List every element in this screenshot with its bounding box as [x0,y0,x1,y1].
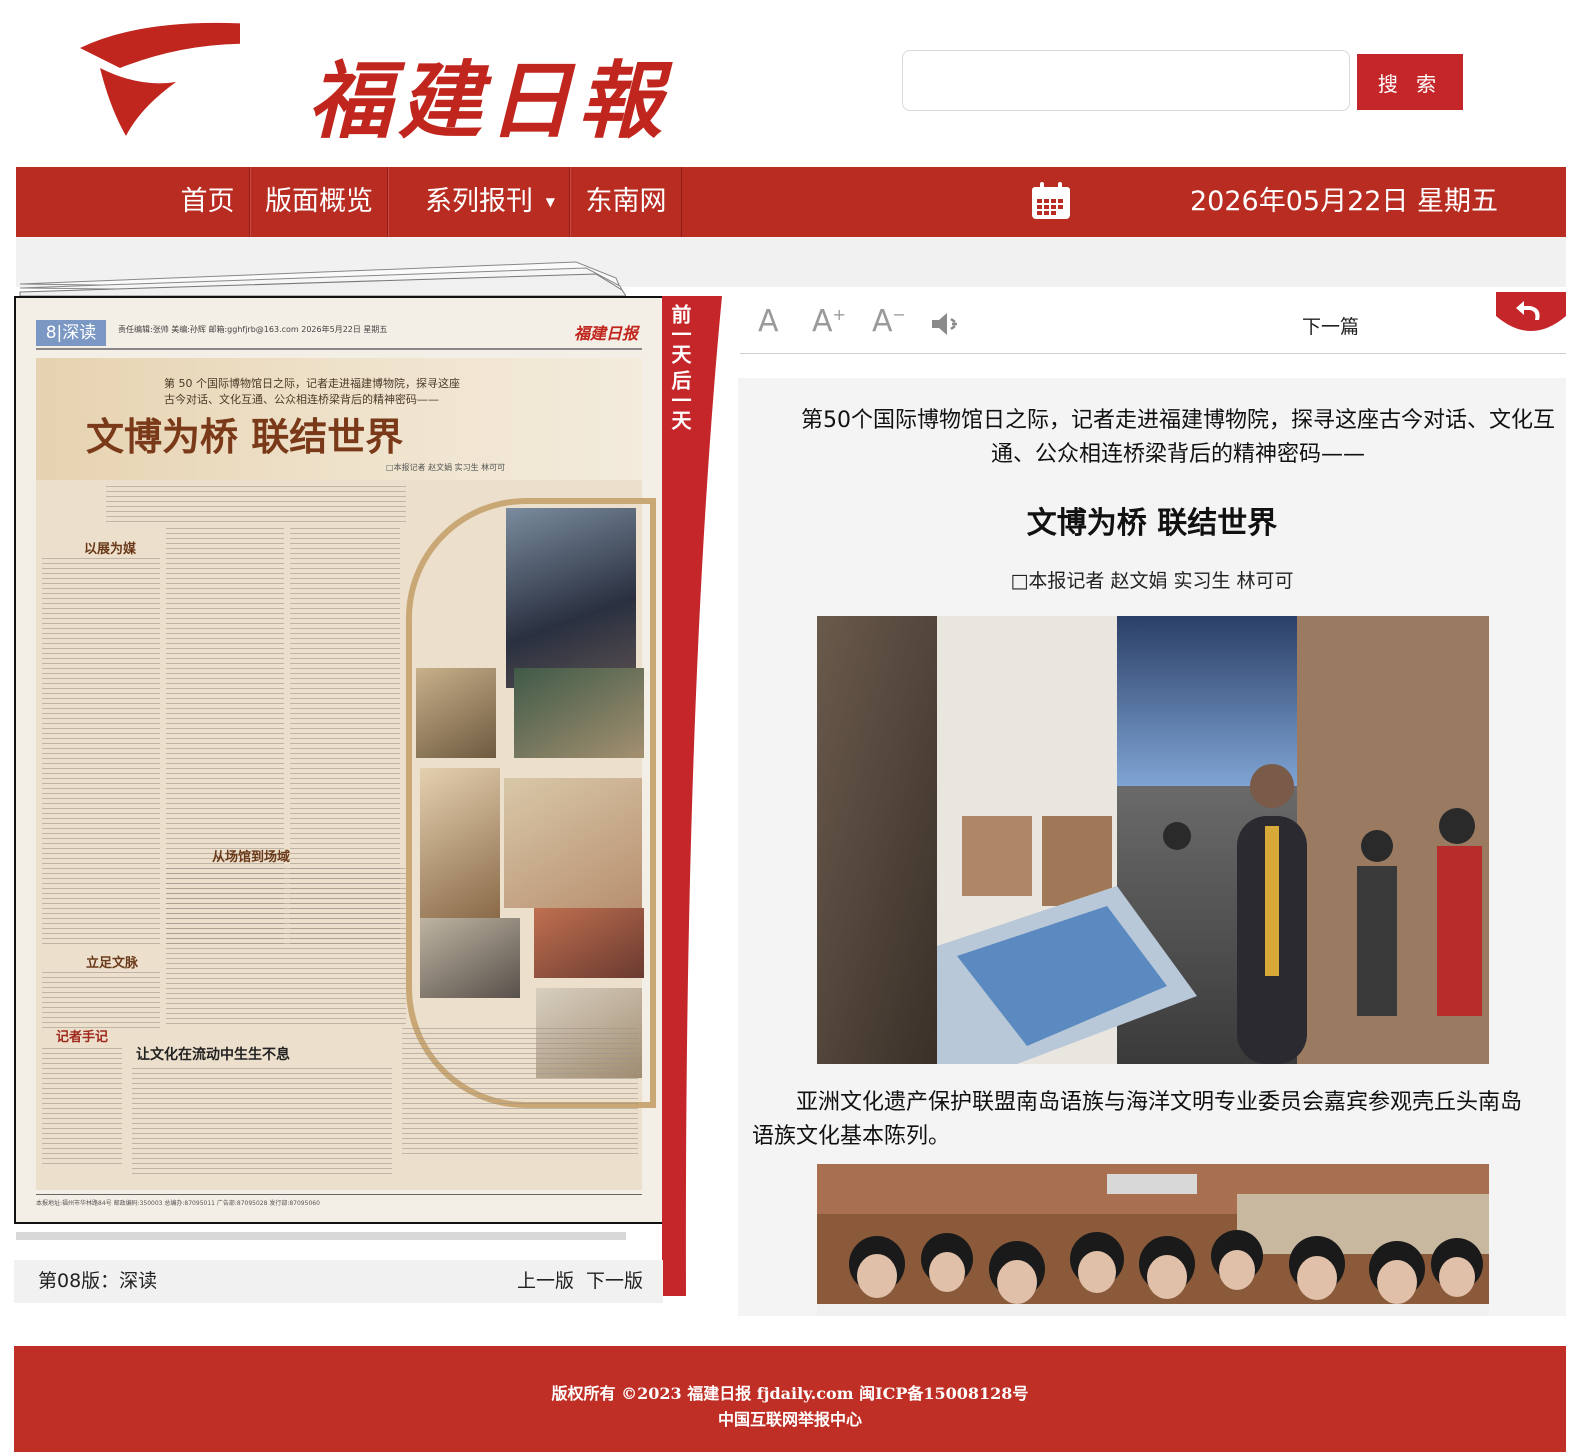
page-label: 第08版：深读 [38,1270,158,1292]
search-button[interactable]: 搜 索 [1357,54,1463,110]
logo-text: 福建日報 [308,51,669,150]
nav-dongnan-net[interactable]: 东南网 [570,167,682,237]
page-number-badge: 8|深读 [36,320,106,346]
page-photo-6 [420,918,520,998]
page-subhead-3: 立足文脉 [86,956,139,971]
article-photo-caption: 亚洲文化遗产保护联盟南岛语族与海洋文明专业委员会嘉宾参观壳丘头南岛语族文化基本陈… [752,1090,1523,1149]
article-headline: 文博为桥 联结世界 [1026,506,1278,541]
article-toolbar: A A+ A− 下一篇 [740,296,1566,354]
font-decrease-label: A [872,304,893,339]
newspaper-page[interactable]: 8|深读 责任编辑:张帅 美编:孙辉 邮箱:gghfjrb@163.com 20… [14,296,664,1224]
plus-icon: + [832,305,846,324]
page-photo-1 [506,508,636,688]
page-essay-text [132,1068,392,1178]
students-photo [817,1164,1489,1316]
page-notes-title: 记者手记 [56,1030,109,1045]
page-footer: 本报地址:福州市华林路84号 邮政编码:350003 总编办:87095011 … [36,1194,642,1208]
minus-icon: − [892,305,906,324]
page-photo-5 [504,778,642,908]
day-ribbon [662,296,722,1296]
nav-page-overview-label: 版面概览 [265,186,373,217]
article-photo-2 [817,1164,1489,1316]
nav-dongnan-label: 东南网 [585,186,667,217]
nav-page-overview[interactable]: 版面概览 [250,167,388,237]
next-day-link[interactable]: 后一天 [668,370,692,430]
nav-home[interactable]: 首页 [166,167,250,237]
page-kicker: 第 50 个国际博物馆日之际，记者走进福建博物院，探寻这座 古今对话、文化互通、… [164,376,460,408]
page-headline: 文博为桥 联结世界 [86,414,404,459]
back-arrow-icon[interactable] [1496,292,1566,336]
page-lead-text [106,486,406,526]
page-essay-title: 让文化在流动中生生不息 [136,1047,290,1063]
page-title-band: 第 50 个国际博物馆日之际，记者走进福建博物院，探寻这座 古今对话、文化互通、… [36,358,642,480]
page-photo-4 [420,768,500,918]
newspaper-page-body: 第 50 个国际博物馆日之际，记者走进福建博物院，探寻这座 古今对话、文化互通、… [36,358,656,1190]
museum-visit-photo [817,616,1489,1064]
site-footer: 版权所有 ©2023 福建日报 fjdaily.com 闽ICP备1500812… [14,1346,1566,1452]
nav-series-label: 系列报刊 [425,186,533,217]
page-photo-7 [534,908,644,978]
page-column-4 [166,868,406,1028]
page-photo-2 [416,668,496,758]
font-decrease-button[interactable]: A− [872,304,906,339]
newspaper-page-header: 8|深读 责任编辑:张帅 美编:孙辉 邮箱:gghfjrb@163.com 20… [36,320,642,350]
prev-page-link[interactable]: 上一版 [517,1260,574,1303]
page-stack-decoration [19,261,626,296]
ribbon-links: 前一天 后一天 [668,304,692,430]
prev-day-link[interactable]: 前一天 [668,304,692,364]
page-notes-text [42,1048,122,1168]
calendar-icon[interactable] [1031,182,1071,220]
page-meta: 责任编辑:张帅 美编:孙辉 邮箱:gghfjrb@163.com 2026年5月… [118,325,388,334]
page-subhead-1: 以展为媒 [84,542,137,557]
speaker-icon[interactable] [930,310,964,338]
page-shadow [16,1232,626,1240]
nav-series-publications[interactable]: 系列报刊 ▼ [388,167,570,237]
site-logo[interactable]: 福建日報 [80,18,662,150]
next-page-link[interactable]: 下一版 [586,1260,643,1303]
next-article-link[interactable]: 下一篇 [1302,312,1359,339]
page-info-bar: 第08版：深读 上一版 下一版 [14,1260,663,1303]
page-side-text [402,1028,638,1158]
article-kicker: 第50个国际博物馆日之际，记者走进福建博物院，探寻这座古今对话、文化互通、公众相… [801,408,1555,467]
current-date: 2026年05月22日 星期五 [1190,186,1499,217]
page-column-1 [42,558,160,948]
footer-copyright: 版权所有 ©2023 福建日报 fjdaily.com 闽ICP备1500812… [551,1384,1029,1403]
nav-home-label: 首页 [180,186,235,217]
page-photo-3 [514,668,644,758]
page-logo: 福建日报 [573,324,638,343]
article-photo-1 [817,616,1489,1064]
font-increase-button[interactable]: A+ [812,304,846,339]
page-subhead-2: 从场馆到场域 [212,850,291,865]
article-panel: 第50个国际博物馆日之际，记者走进福建博物院，探寻这座古今对话、文化互通、公众相… [738,378,1566,1316]
font-increase-label: A [812,304,833,339]
logo-emblem-icon [80,22,290,136]
article-byline: □本报记者 赵文娟 实习生 林可可 [1010,570,1294,592]
footer-report-link[interactable]: 中国互联网举报中心 [14,1406,1566,1430]
chevron-down-icon: ▼ [545,195,555,209]
font-default-button[interactable]: A [758,304,779,339]
search-input[interactable] [902,50,1350,111]
page-byline: □本报记者 赵文娟 实习生 林可可 [386,463,506,472]
page-kicker-line1: 第 50 个国际博物馆日之际，记者走进福建博物院，探寻这座 [164,377,460,390]
page-column-5 [42,972,160,1032]
